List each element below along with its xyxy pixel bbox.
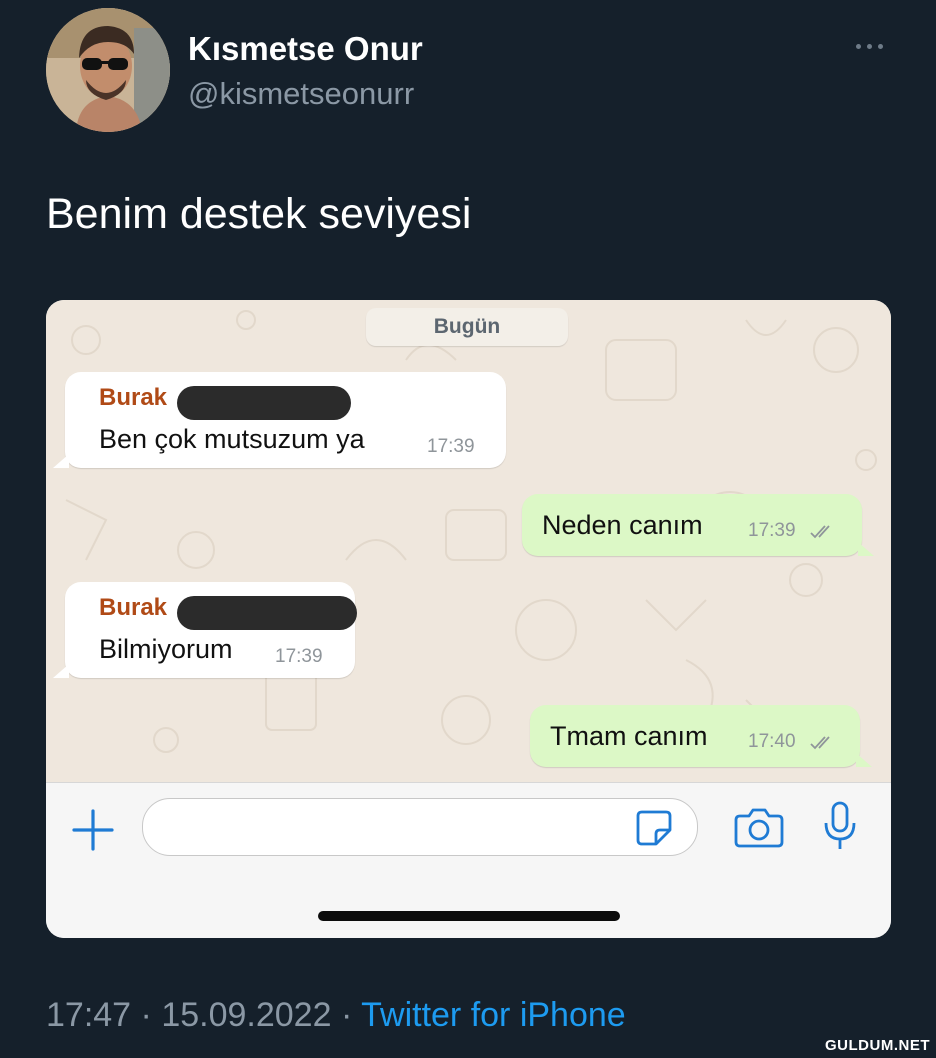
message-bubble-outgoing[interactable]: Tmam canım 17:40 <box>530 705 872 767</box>
sender-name: Burak <box>99 594 168 621</box>
message-text: Bilmiyorum <box>99 634 233 664</box>
separator: · <box>340 996 353 1034</box>
home-indicator <box>318 911 620 921</box>
message-text: Ben çok mutsuzum ya <box>99 424 365 454</box>
tweet-meta: 17:47 · 15.09.2022 · Twitter for iPhone <box>46 996 626 1035</box>
message-bubble-incoming[interactable]: Burak Bilmiyorum 17:39 <box>53 582 357 678</box>
tweet-source-link[interactable]: Twitter for iPhone <box>361 996 626 1034</box>
message-bubble-incoming[interactable]: Burak Ben çok mutsuzum ya 17:39 <box>53 372 506 468</box>
bubble-tail <box>53 454 69 468</box>
watermark: GULDUM.NET <box>825 1037 930 1054</box>
tweet-date[interactable]: 15.09.2022 <box>161 996 331 1034</box>
tweet-time[interactable]: 17:47 <box>46 996 131 1034</box>
message-text: Tmam canım <box>550 721 708 751</box>
message-time: 17:39 <box>427 436 475 457</box>
author-name[interactable]: Kısmetse Onur <box>188 30 423 68</box>
message-text: Neden canım <box>542 510 703 540</box>
tweet-text: Benim destek seviyesi <box>46 190 472 238</box>
redacted-surname <box>177 596 357 630</box>
message-bubble-outgoing[interactable]: Neden canım 17:39 <box>522 494 874 556</box>
sender-name: Burak <box>99 384 168 411</box>
more-options-icon[interactable] <box>852 36 888 56</box>
message-time: 17:39 <box>748 520 796 541</box>
message-time: 17:40 <box>748 731 796 752</box>
read-receipt-icon <box>810 525 830 539</box>
message-input[interactable] <box>142 798 698 856</box>
bubble-tail <box>53 664 69 678</box>
bubble-tail <box>856 753 872 767</box>
date-divider: Bugün <box>366 308 568 346</box>
separator: · <box>140 996 152 1034</box>
author-avatar[interactable] <box>46 8 170 132</box>
plus-icon[interactable] <box>70 807 116 853</box>
message-time: 17:39 <box>275 646 323 667</box>
read-receipt-icon <box>810 736 830 750</box>
bubble-tail <box>858 542 874 556</box>
redacted-surname <box>177 386 351 420</box>
attached-image[interactable]: Bugün Burak Ben çok mutsuzum ya 17:39 Ne… <box>46 300 891 938</box>
camera-icon[interactable] <box>734 806 784 848</box>
chat-area: Bugün Burak Ben çok mutsuzum ya 17:39 Ne… <box>46 300 891 782</box>
message-input-bar <box>46 782 891 938</box>
sticker-icon[interactable] <box>634 808 674 848</box>
author-handle[interactable]: @kismetseonurr <box>188 76 414 112</box>
microphone-icon[interactable] <box>822 801 858 851</box>
